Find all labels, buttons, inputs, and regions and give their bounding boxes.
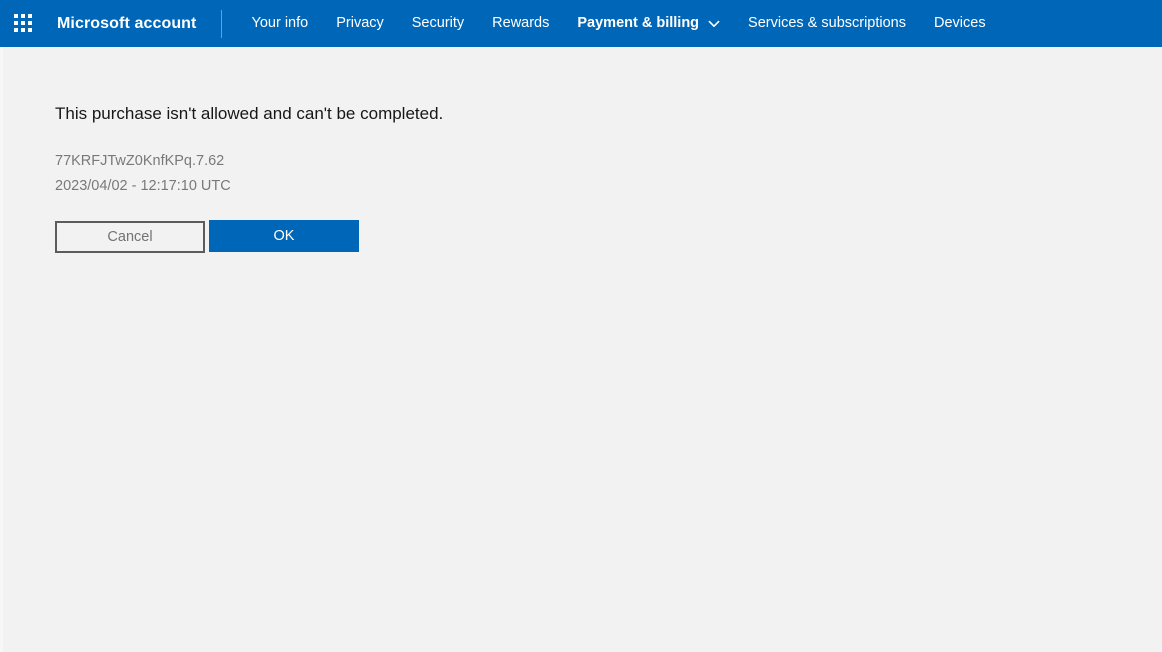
nav-items: Your info Privacy Security Rewards Payme…	[238, 0, 1000, 47]
waffle-dot	[28, 28, 32, 32]
waffle-dot	[21, 28, 25, 32]
nav-item-label: Privacy	[336, 15, 384, 31]
waffle-dot	[14, 28, 18, 32]
nav-item-privacy[interactable]: Privacy	[322, 0, 398, 47]
waffle-dot	[14, 21, 18, 25]
main-content: This purchase isn't allowed and can't be…	[55, 47, 1055, 253]
page-left-edge-strip	[0, 47, 3, 652]
cancel-button[interactable]: Cancel	[55, 221, 205, 253]
nav-item-devices[interactable]: Devices	[920, 0, 1000, 47]
waffle-dot	[14, 14, 18, 18]
nav-divider	[220, 9, 222, 38]
waffle-dot	[21, 21, 25, 25]
nav-item-your-info[interactable]: Your info	[238, 0, 323, 47]
nav-item-label: Security	[411, 15, 465, 31]
button-row: Cancel OK	[55, 220, 1055, 253]
waffle-dot	[21, 14, 25, 18]
nav-item-security[interactable]: Security	[398, 0, 478, 47]
nav-item-label: Rewards	[492, 15, 550, 31]
nav-item-label: Devices	[934, 15, 986, 31]
nav-item-services-and-subscriptions[interactable]: Services & subscriptions	[734, 0, 920, 47]
error-timestamp: 2023/04/02 - 12:17:10 UTC	[55, 178, 231, 194]
reference-code: 77KRFJTwZ0KnfKPq.7.62	[55, 153, 225, 169]
waffle-icon[interactable]	[14, 14, 33, 33]
nav-item-rewards[interactable]: Rewards	[478, 0, 563, 47]
ok-button[interactable]: OK	[209, 220, 359, 252]
error-details: 77KRFJTwZ0KnfKPq.7.62 2023/04/02 - 12:17…	[55, 149, 1055, 199]
top-navigation-bar: Microsoft account Your info Privacy Secu…	[0, 0, 1162, 47]
brand-title[interactable]: Microsoft account	[57, 15, 197, 33]
nav-item-label: Your info	[251, 15, 309, 31]
error-message: This purchase isn't allowed and can't be…	[55, 104, 444, 123]
nav-item-payment-and-billing[interactable]: Payment & billing	[563, 0, 734, 47]
waffle-dot	[28, 14, 32, 18]
nav-item-label: Services & subscriptions	[748, 15, 906, 31]
waffle-dot	[28, 21, 32, 25]
chevron-down-icon	[708, 18, 720, 30]
nav-item-label: Payment & billing	[577, 15, 700, 31]
